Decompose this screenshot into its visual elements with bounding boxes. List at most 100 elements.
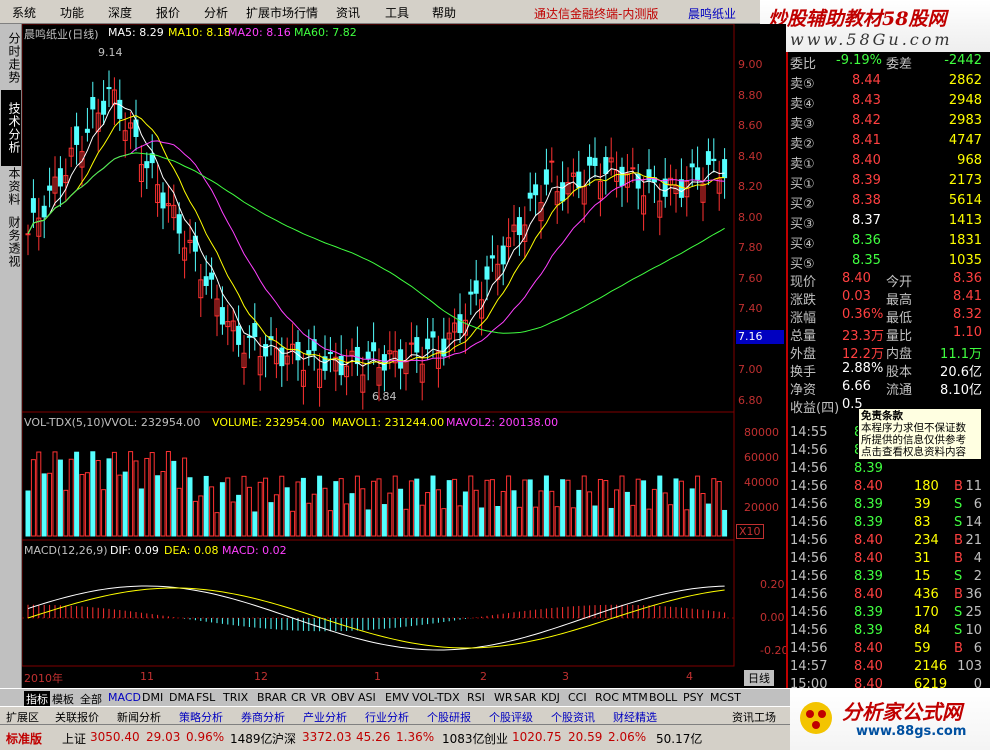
info-tab[interactable]: 产业分析 bbox=[303, 709, 347, 725]
side-tabs: 分时走势 技术分析 基本资料 财务透视 bbox=[0, 24, 22, 688]
volume-bar bbox=[246, 486, 252, 537]
candle-body bbox=[252, 323, 258, 338]
indicator-tab[interactable]: CR bbox=[291, 691, 306, 704]
info-tab[interactable]: 个股研报 bbox=[427, 709, 471, 725]
price-tick: 8.00 bbox=[738, 210, 763, 224]
indicator-tab[interactable]: PSY bbox=[683, 691, 703, 704]
volume-bar bbox=[549, 490, 555, 537]
info-tab[interactable]: 新闻分析 bbox=[117, 709, 161, 725]
indicator-tab[interactable]: 全部 bbox=[80, 691, 102, 707]
volume-bar bbox=[392, 475, 398, 537]
info-tab[interactable]: 行业分析 bbox=[365, 709, 409, 725]
info-workshop-tab[interactable]: 资讯工场 bbox=[732, 709, 776, 725]
cy-change: 20.59 bbox=[568, 730, 603, 744]
candle-body bbox=[695, 167, 701, 180]
menu-system[interactable]: 系统 bbox=[12, 4, 36, 21]
info-tab[interactable]: 策略分析 bbox=[179, 709, 223, 725]
volume-bar bbox=[635, 478, 641, 537]
indicator-tab[interactable]: KDJ bbox=[541, 691, 560, 704]
candle-body bbox=[635, 173, 641, 189]
price-tick: 7.80 bbox=[738, 241, 763, 254]
indicator-tab[interactable]: 指标 bbox=[24, 691, 50, 707]
indicator-tab[interactable]: MTM bbox=[622, 691, 648, 704]
indicator-tab[interactable]: DMI bbox=[142, 691, 163, 704]
menu-quote[interactable]: 报价 bbox=[156, 4, 180, 21]
tab-financial[interactable]: 财务透视 bbox=[1, 212, 21, 272]
volume-bar bbox=[306, 502, 312, 537]
candle-body bbox=[527, 192, 533, 199]
chart-area[interactable]: 晨鸣纸业(日线) MA5: 8.29 MA10: 8.18 MA20: 8.16… bbox=[21, 23, 788, 688]
info-tab[interactable]: 个股资讯 bbox=[551, 709, 595, 725]
indicator-tab[interactable]: OBV bbox=[331, 691, 354, 704]
indicator-tab[interactable]: MACD bbox=[108, 691, 141, 704]
menu-function[interactable]: 功能 bbox=[60, 4, 84, 21]
period-button[interactable]: 日线 bbox=[744, 670, 774, 686]
menu-help[interactable]: 帮助 bbox=[432, 4, 456, 21]
volume-bar bbox=[101, 489, 107, 537]
tick-price: 8.40 bbox=[854, 551, 883, 566]
volume-bar bbox=[111, 451, 117, 537]
tab-intraday[interactable]: 分时走势 bbox=[1, 28, 21, 88]
quote-row: 涨跌 0.03 最高 8.41 bbox=[788, 288, 988, 308]
indicator-tab[interactable]: MCST bbox=[710, 691, 741, 704]
menu-depth[interactable]: 深度 bbox=[108, 4, 132, 21]
tick-count: 14 bbox=[965, 515, 982, 530]
indicator-tab[interactable]: WR bbox=[494, 691, 513, 704]
volume-bar bbox=[543, 475, 549, 537]
indicator-tab[interactable]: TRIX bbox=[223, 691, 248, 704]
tab-fundamentals[interactable]: 基本资料 bbox=[1, 150, 21, 210]
candle-body bbox=[619, 166, 625, 187]
tick-time: 14:56 bbox=[790, 515, 828, 530]
tick-flag: S bbox=[954, 497, 963, 512]
info-tab[interactable]: 关联报价 bbox=[55, 709, 99, 725]
stat-value: 8.36 bbox=[953, 271, 982, 286]
tick-flag: B bbox=[954, 641, 963, 656]
sell-label: 卖① bbox=[790, 157, 815, 172]
indicator-tab[interactable]: DMA bbox=[169, 691, 195, 704]
indicator-tab[interactable]: CCI bbox=[568, 691, 587, 704]
candle-body bbox=[41, 205, 47, 218]
volume-bar bbox=[381, 504, 387, 537]
volume-bar bbox=[236, 494, 242, 537]
volume-bar bbox=[522, 479, 528, 537]
indicator-tab[interactable]: SAR bbox=[514, 691, 536, 704]
weicha-label: 委差 bbox=[886, 57, 913, 72]
sell-label: 卖④ bbox=[790, 97, 815, 112]
disclaimer-tooltip[interactable]: 免责条款 本程序力求但不保证数 所提供的信息仅供参考 点击查看权息资料内容 bbox=[858, 408, 982, 460]
menu-ext-market[interactable]: 扩展市场行情 bbox=[246, 4, 318, 21]
candle-body bbox=[484, 266, 490, 280]
indicator-tab[interactable]: VR bbox=[311, 691, 326, 704]
quote-row: 14:56 8.39 83 S 14 bbox=[788, 514, 988, 532]
tick-count: 21 bbox=[965, 533, 982, 548]
volume-bar bbox=[689, 488, 695, 537]
indicator-tab[interactable]: BRAR bbox=[257, 691, 287, 704]
indicator-tab[interactable]: ROC bbox=[595, 691, 619, 704]
volume-bar bbox=[225, 477, 231, 537]
info-tab[interactable]: 券商分析 bbox=[241, 709, 285, 725]
info-tab[interactable]: 个股评级 bbox=[489, 709, 533, 725]
tick-count: 6 bbox=[973, 641, 982, 656]
menu-news[interactable]: 资讯 bbox=[336, 4, 360, 21]
indicator-tab[interactable]: VOL-TDX bbox=[412, 691, 460, 704]
stat-value: 8.32 bbox=[953, 307, 982, 322]
info-tab[interactable]: 财经精选 bbox=[613, 709, 657, 725]
candle-body bbox=[603, 157, 609, 174]
tick-flag: S bbox=[954, 623, 963, 638]
candle-body bbox=[25, 233, 31, 236]
kline-chart[interactable] bbox=[21, 23, 786, 688]
menu-tools[interactable]: 工具 bbox=[385, 4, 409, 21]
menu-analysis[interactable]: 分析 bbox=[204, 4, 228, 21]
indicator-tab[interactable]: ASI bbox=[358, 691, 376, 704]
indicator-tab[interactable]: RSI bbox=[467, 691, 485, 704]
info-tab[interactable]: 扩展区 bbox=[6, 709, 39, 725]
quote-row: 买① 8.39 2173 bbox=[788, 172, 988, 192]
indicator-tab[interactable]: FSL bbox=[196, 691, 215, 704]
indicator-tab[interactable]: BOLL bbox=[649, 691, 677, 704]
stat-value: 8.41 bbox=[953, 289, 982, 304]
indicator-tab[interactable]: 模板 bbox=[52, 691, 74, 707]
candle-body bbox=[365, 351, 371, 360]
buy-label: 买④ bbox=[790, 237, 815, 252]
sell-price: 8.42 bbox=[852, 113, 881, 128]
volume-bar bbox=[711, 478, 717, 537]
indicator-tab[interactable]: EMV bbox=[385, 691, 409, 704]
